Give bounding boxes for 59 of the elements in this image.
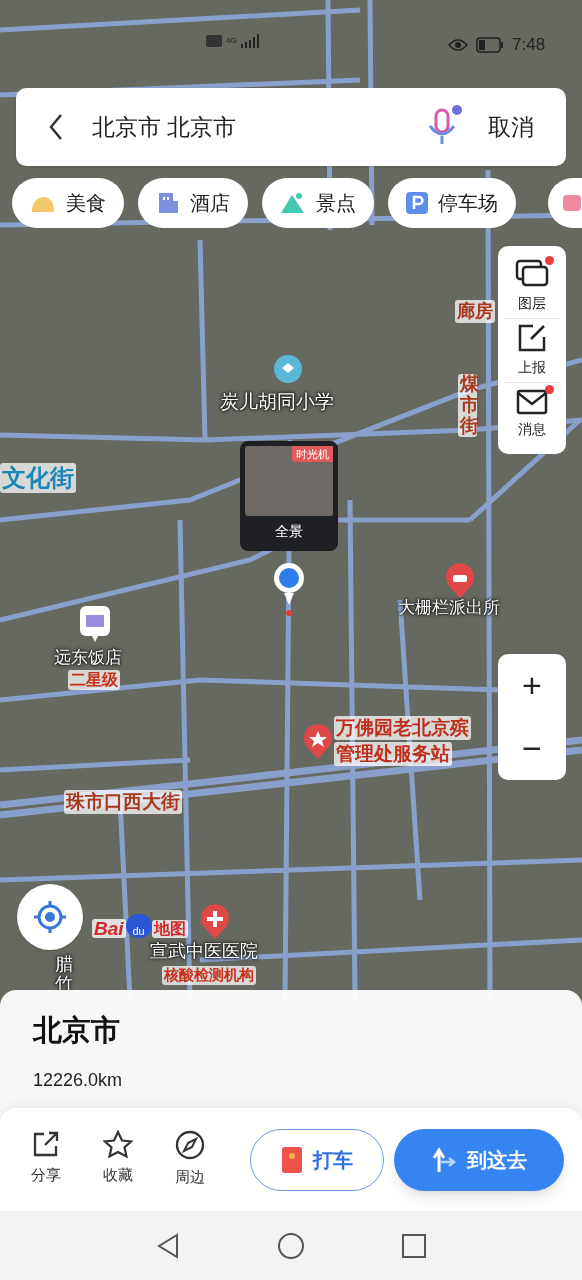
recent-apps-icon[interactable] bbox=[401, 1232, 427, 1259]
map-label: 腊竹 bbox=[55, 955, 73, 995]
category-chip[interactable]: 美食 bbox=[12, 178, 124, 228]
action-button[interactable]: 分享 bbox=[14, 1130, 78, 1189]
map-label: 珠市口西大街 bbox=[64, 790, 182, 814]
place-name: 北京市 bbox=[33, 1016, 120, 1045]
battery-icon bbox=[476, 36, 504, 53]
map-label: 万佛园老北京殡 bbox=[334, 716, 471, 740]
back-icon[interactable] bbox=[155, 1231, 181, 1260]
map-logo-text: 地图 bbox=[151, 920, 188, 938]
police-pin-icon bbox=[444, 563, 476, 599]
action-button[interactable]: 收藏 bbox=[86, 1130, 150, 1189]
map-label: 二星级 bbox=[68, 670, 120, 690]
cancel-link[interactable]: 取消 bbox=[488, 109, 534, 145]
location-pin-icon bbox=[272, 561, 306, 619]
go-here-button[interactable]: 到这去 bbox=[394, 1128, 564, 1191]
place-distance: 12226.0km bbox=[33, 1069, 123, 1092]
signal-icon bbox=[240, 34, 261, 48]
search-bar[interactable]: 北京市 北京市 取消 bbox=[16, 88, 566, 166]
locate-icon bbox=[33, 900, 67, 934]
category-chip[interactable]: 酒店 bbox=[138, 178, 248, 228]
panorama-card[interactable]: 时光机 全景 bbox=[240, 441, 338, 551]
category-chip[interactable]: 停车场 bbox=[388, 178, 516, 228]
back-icon[interactable] bbox=[48, 113, 64, 141]
star-pin-icon bbox=[302, 724, 334, 760]
edit-icon bbox=[517, 323, 547, 353]
map-tool-button[interactable]: 图层 bbox=[504, 254, 560, 318]
map-tool-button[interactable]: 上报 bbox=[504, 318, 560, 382]
zoom-in-button[interactable]: + bbox=[498, 654, 566, 717]
building-icon bbox=[156, 191, 180, 215]
search-text[interactable]: 北京市 北京市 bbox=[92, 109, 422, 145]
hotel-pin-icon bbox=[79, 605, 111, 643]
eye-icon bbox=[448, 37, 468, 52]
status-time: 7:48 bbox=[512, 34, 546, 56]
parking-icon bbox=[406, 192, 428, 214]
zoom-out-button[interactable]: − bbox=[498, 717, 566, 780]
map-logo-text: Bai bbox=[92, 919, 126, 938]
category-chip[interactable]: 景点 bbox=[262, 178, 374, 228]
share-icon bbox=[32, 1130, 60, 1159]
time-machine-badge: 时光机 bbox=[292, 446, 333, 462]
map-label: 管理处服务站 bbox=[334, 742, 452, 766]
map-label: 廊房 bbox=[455, 300, 495, 323]
map-label: 远东饭店 bbox=[54, 647, 122, 669]
map-tool-button[interactable]: 消息 bbox=[504, 382, 560, 446]
compass-icon bbox=[175, 1130, 205, 1161]
map-label: 核酸检测机构 bbox=[162, 966, 256, 985]
layers-icon bbox=[515, 258, 549, 289]
home-icon[interactable] bbox=[277, 1231, 305, 1260]
panorama-label: 全景 bbox=[275, 522, 303, 541]
route-arrow-icon bbox=[431, 1146, 457, 1173]
coupon-icon bbox=[281, 1145, 303, 1174]
envelope-icon bbox=[516, 389, 548, 415]
map-label: 炭儿胡同小学 bbox=[220, 390, 334, 414]
action-button[interactable]: 周边 bbox=[158, 1130, 222, 1189]
map-label: 文化街 bbox=[0, 463, 76, 493]
hospital-pin-icon bbox=[199, 904, 231, 940]
mountain-icon bbox=[280, 191, 306, 215]
star-icon bbox=[103, 1130, 133, 1159]
hd-icon bbox=[206, 35, 222, 47]
